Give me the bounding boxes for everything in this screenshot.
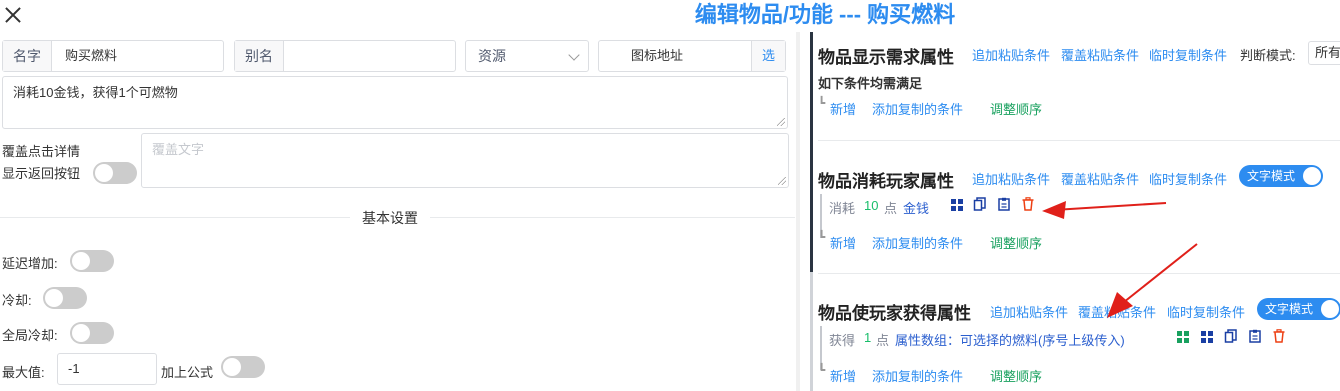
paste-icon[interactable] [997, 197, 1011, 211]
page-title-wrap: 编辑物品/功能 --- 购买燃料 [520, 0, 1130, 30]
description-text: 消耗10金钱，获得1个可燃物 [13, 85, 178, 100]
description-textarea[interactable]: 消耗10金钱，获得1个可燃物 [2, 76, 788, 129]
cooldown-label: 冷却: [2, 293, 32, 308]
override-detail-label: 覆盖点击详情 [2, 144, 81, 159]
display-section-title: 物品显示需求属性 [818, 48, 954, 67]
global-cooldown-toggle[interactable] [70, 322, 114, 344]
gain-text-mode-toggle[interactable]: 文字模式 [1257, 298, 1340, 320]
display-temp-copy-link[interactable]: 临时复制条件 [1149, 45, 1227, 64]
delete-icon[interactable] [1272, 329, 1286, 343]
source-select[interactable]: 资源 [465, 40, 589, 72]
name-value: 购买燃料 [65, 48, 118, 63]
judge-mode-value: 所有 [1315, 45, 1340, 60]
gain-adjust-order-link[interactable]: 调整顺序 [990, 366, 1042, 385]
consume-text-mode-toggle[interactable]: 文字模式 [1239, 165, 1324, 187]
copy-icon[interactable] [973, 197, 987, 211]
override-text-textarea[interactable]: 覆盖文字 [141, 133, 789, 188]
section-divider [818, 140, 1340, 141]
basic-settings-heading: 基本设置 [350, 208, 430, 228]
close-icon[interactable] [2, 2, 24, 28]
add-formula-toggle[interactable] [221, 356, 265, 378]
delay-toggle[interactable] [70, 250, 114, 272]
judge-mode-select[interactable]: 所有 [1308, 41, 1340, 65]
gain-new-link[interactable]: 新增 [830, 366, 856, 385]
name-label: 名字 [3, 41, 52, 71]
section-divider [818, 273, 1340, 274]
max-value: -1 [68, 361, 80, 376]
icon-url-field[interactable]: 图标地址 选 [598, 40, 786, 72]
max-value-input[interactable]: -1 [57, 353, 157, 385]
page-title: 编辑物品/功能 --- 购买燃料 [694, 2, 956, 27]
consume-add-copied-link[interactable]: 添加复制的条件 [872, 233, 963, 252]
gain-item-prefix: 获得 [829, 333, 856, 348]
display-add-copied-link[interactable]: 添加复制的条件 [872, 99, 963, 118]
grid-green-icon[interactable] [1176, 330, 1190, 344]
consume-new-link[interactable]: 新增 [830, 233, 856, 252]
global-cooldown-label: 全局冷却: [2, 328, 58, 343]
scroll-track [810, 272, 813, 391]
grid-icon[interactable] [950, 198, 964, 212]
consume-mode-label: 文字模式 [1247, 169, 1296, 183]
copy-icon[interactable] [1224, 329, 1238, 343]
panel-splitter[interactable] [796, 32, 800, 391]
gain-section-title: 物品使玩家获得属性 [818, 304, 971, 323]
icon-url-placeholder: 图标地址 [631, 48, 684, 63]
consume-override-paste-link[interactable]: 覆盖粘贴条件 [1061, 169, 1139, 188]
consume-item-unit: 点 [884, 201, 898, 216]
name-field[interactable]: 名字 购买燃料 [2, 40, 224, 72]
cooldown-toggle[interactable] [43, 287, 87, 309]
alias-field[interactable]: 别名 [234, 40, 456, 72]
display-subtitle: 如下条件均需满足 [818, 76, 923, 91]
add-formula-label: 加上公式 [161, 365, 214, 380]
display-adjust-order-link[interactable]: 调整顺序 [990, 99, 1042, 118]
gain-mode-label: 文字模式 [1265, 302, 1314, 316]
grid-icon[interactable] [1200, 330, 1214, 344]
alias-label: 别名 [235, 41, 284, 71]
consume-item-prefix: 消耗 [829, 201, 856, 216]
consume-item-target[interactable]: 金钱 [903, 198, 929, 217]
tree-branch-icon: ┗ [818, 230, 826, 244]
max-label: 最大值: [2, 365, 45, 380]
scroll-indicator [810, 32, 813, 272]
consume-adjust-order-link[interactable]: 调整顺序 [990, 233, 1042, 252]
tree-branch-icon: ┗ [818, 363, 826, 377]
annotation-arrow-icon [1107, 243, 1198, 318]
resize-grip-icon[interactable] [778, 177, 786, 185]
consume-section-title: 物品消耗玩家属性 [818, 172, 954, 191]
gain-item-amount: 1 [864, 330, 872, 345]
resize-grip-icon[interactable] [777, 118, 785, 126]
consume-temp-copy-link[interactable]: 临时复制条件 [1149, 169, 1227, 188]
paste-icon[interactable] [1248, 329, 1262, 343]
judge-mode-label: 判断模式: [1240, 48, 1296, 63]
gain-item-unit: 点 [876, 333, 890, 348]
gain-add-copied-link[interactable]: 添加复制的条件 [872, 366, 963, 385]
gain-item-target[interactable]: 属性数组：可选择的燃料(序号上级传入) [895, 330, 1125, 349]
consume-item-amount: 10 [864, 198, 879, 213]
display-add-paste-link[interactable]: 追加粘贴条件 [972, 45, 1050, 64]
consume-add-paste-link[interactable]: 追加粘贴条件 [972, 169, 1050, 188]
show-back-label: 显示返回按钮 [2, 166, 81, 181]
gain-add-paste-link[interactable]: 追加粘贴条件 [990, 302, 1068, 321]
annotation-arrow-icon [1042, 201, 1167, 219]
source-select-value: 资源 [478, 48, 506, 64]
display-override-paste-link[interactable]: 覆盖粘贴条件 [1061, 45, 1139, 64]
delay-label: 延迟增加: [2, 256, 58, 271]
tree-branch-icon: ┗ [818, 96, 826, 110]
show-back-toggle[interactable] [93, 162, 137, 184]
icon-pick-button[interactable]: 选 [751, 41, 785, 71]
display-new-link[interactable]: 新增 [830, 99, 856, 118]
override-text-placeholder: 覆盖文字 [152, 142, 205, 157]
chevron-down-icon [568, 49, 580, 61]
